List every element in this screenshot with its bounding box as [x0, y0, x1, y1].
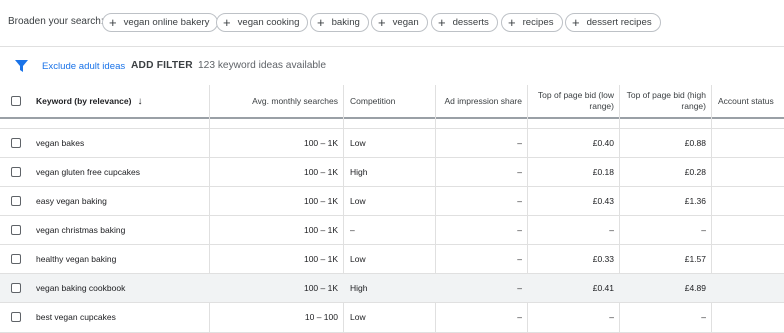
competition-cell: Low — [350, 196, 366, 206]
chip-label: baking — [331, 17, 360, 28]
chip-desserts[interactable]: + desserts — [431, 13, 498, 32]
ad-share-cell: – — [517, 167, 522, 177]
chip-label: recipes — [522, 17, 554, 28]
ad-share-cell: – — [517, 196, 522, 206]
header-keyword[interactable]: Keyword (by relevance) ↓ — [30, 85, 210, 117]
row-checkbox[interactable] — [11, 167, 21, 177]
competition-cell: High — [350, 167, 368, 177]
filter-icon[interactable] — [15, 60, 28, 72]
chip-label: vegan — [392, 17, 419, 28]
chip-label: vegan cooking — [237, 17, 300, 28]
ad-share-cell: – — [517, 283, 522, 293]
bid-low-cell: £0.41 — [592, 283, 614, 293]
searches-cell: 100 – 1K — [303, 283, 338, 293]
chip-label: desserts — [452, 17, 489, 28]
searches-cell: 100 – 1K — [303, 167, 338, 177]
plus-icon: + — [572, 15, 580, 30]
table-row[interactable]: vegan bakes 100 – 1K Low – £0.40 £0.88 — [0, 129, 784, 158]
chip-vegan-online-bakery[interactable]: + vegan online bakery — [102, 13, 219, 32]
competition-cell: – — [350, 225, 355, 235]
table-row-highlighted[interactable]: vegan baking cookbook 100 – 1K High – £0… — [0, 274, 784, 303]
ad-share-cell: – — [517, 138, 522, 148]
competition-cell: Low — [350, 254, 366, 264]
table-header: Keyword (by relevance) ↓ Avg. monthly se… — [0, 85, 784, 119]
row-checkbox[interactable] — [11, 196, 21, 206]
bid-high-cell: £1.57 — [684, 254, 706, 264]
searches-cell: 100 – 1K — [303, 196, 338, 206]
bid-high-cell: £0.88 — [684, 138, 706, 148]
bid-low-cell: – — [609, 312, 614, 322]
keyword-ideas-count: 123 keyword ideas available — [198, 60, 326, 71]
table-row[interactable]: easy vegan baking 100 – 1K Low – £0.43 £… — [0, 187, 784, 216]
ad-share-cell: – — [517, 225, 522, 235]
row-checkbox[interactable] — [11, 312, 21, 322]
header-ad-impression-share[interactable]: Ad impression share — [436, 85, 528, 117]
bid-low-cell: £0.18 — [592, 167, 614, 177]
table-row-partial — [0, 119, 784, 129]
searches-cell: 100 – 1K — [303, 138, 338, 148]
header-keyword-label: Keyword (by relevance) — [36, 95, 132, 106]
bid-high-cell: £1.36 — [684, 196, 706, 206]
competition-cell: Low — [350, 312, 366, 322]
bid-low-cell: £0.33 — [592, 254, 614, 264]
searches-cell: 100 – 1K — [303, 225, 338, 235]
keyword-cell: best vegan cupcakes — [36, 312, 116, 322]
bid-high-cell: £4.89 — [684, 283, 706, 293]
chip-vegan-cooking[interactable]: + vegan cooking — [216, 13, 309, 32]
table-row[interactable]: healthy vegan baking 100 – 1K Low – £0.3… — [0, 245, 784, 274]
header-account-status[interactable]: Account status — [712, 85, 784, 117]
ad-share-cell: – — [517, 312, 522, 322]
plus-icon: + — [317, 15, 325, 30]
row-checkbox[interactable] — [11, 138, 21, 148]
keyword-cell: healthy vegan baking — [36, 254, 117, 264]
filter-bar: Exclude adult ideas ADD FILTER 123 keywo… — [0, 47, 784, 85]
keyword-cell: vegan baking cookbook — [36, 283, 126, 293]
exclude-adult-ideas-link[interactable]: Exclude adult ideas — [42, 61, 125, 72]
bid-low-cell: £0.40 — [592, 138, 614, 148]
header-avg-monthly-searches[interactable]: Avg. monthly searches — [210, 85, 344, 117]
chip-dessert-recipes[interactable]: + dessert recipes — [565, 13, 661, 32]
bid-low-cell: £0.43 — [592, 196, 614, 206]
broaden-search-label: Broaden your search: — [8, 16, 104, 27]
header-bid-low[interactable]: Top of page bid (low range) — [528, 85, 620, 117]
row-checkbox[interactable] — [11, 254, 21, 264]
select-all-checkbox[interactable] — [11, 96, 21, 106]
table-row[interactable]: vegan christmas baking 100 – 1K – – – – — [0, 216, 784, 245]
keyword-cell: vegan christmas baking — [36, 225, 126, 235]
header-bid-high[interactable]: Top of page bid (high range) — [620, 85, 712, 117]
chip-label: vegan online bakery — [123, 17, 210, 28]
bid-high-cell: – — [701, 225, 706, 235]
searches-cell: 10 – 100 — [304, 312, 338, 322]
keyword-cell: vegan gluten free cupcakes — [36, 167, 140, 177]
add-filter-button[interactable]: ADD FILTER — [131, 60, 193, 71]
chip-baking[interactable]: + baking — [310, 13, 369, 32]
row-checkbox[interactable] — [11, 225, 21, 235]
ad-share-cell: – — [517, 254, 522, 264]
chip-label: dessert recipes — [586, 17, 652, 28]
chip-vegan[interactable]: + vegan — [371, 13, 428, 32]
competition-cell: High — [350, 283, 368, 293]
bid-high-cell: – — [701, 312, 706, 322]
header-competition[interactable]: Competition — [344, 85, 436, 117]
table-row[interactable]: vegan gluten free cupcakes 100 – 1K High… — [0, 158, 784, 187]
keyword-cell: easy vegan baking — [36, 196, 107, 206]
broaden-search-bar: Broaden your search: + vegan online bake… — [0, 0, 784, 46]
table-row[interactable]: best vegan cupcakes 10 – 100 Low – – – — [0, 303, 784, 333]
plus-icon: + — [508, 15, 516, 30]
searches-cell: 100 – 1K — [303, 254, 338, 264]
keyword-cell: vegan bakes — [36, 138, 85, 148]
row-checkbox[interactable] — [11, 283, 21, 293]
bid-high-cell: £0.28 — [684, 167, 706, 177]
competition-cell: Low — [350, 138, 366, 148]
plus-icon: + — [223, 15, 231, 30]
plus-icon: + — [109, 15, 117, 30]
bid-low-cell: – — [609, 225, 614, 235]
chip-recipes[interactable]: + recipes — [501, 13, 563, 32]
sort-arrow-icon: ↓ — [137, 95, 143, 107]
plus-icon: + — [438, 15, 446, 30]
plus-icon: + — [378, 15, 386, 30]
